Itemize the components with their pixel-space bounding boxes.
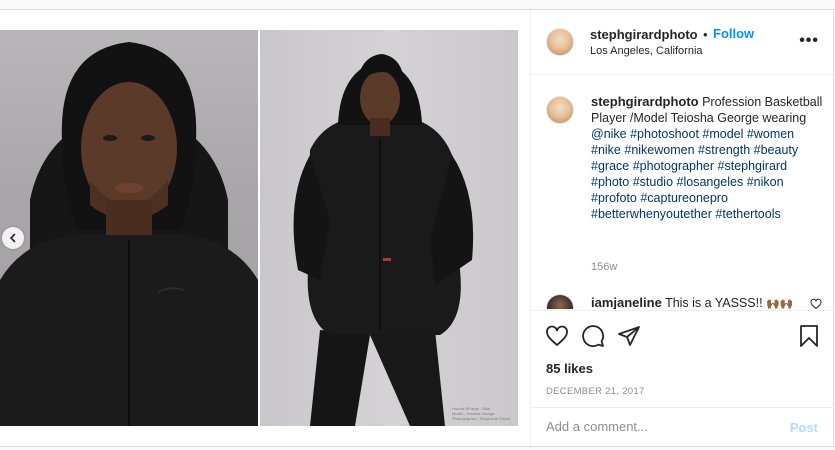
caption-avatar[interactable] [546,96,574,124]
hashtag-link[interactable]: #beauty [754,143,798,157]
like-button[interactable] [544,323,570,349]
photo-fullbody-illustration [293,54,474,426]
hashtag-link[interactable]: #profoto [591,191,637,205]
hashtag-link[interactable]: #grace [591,159,629,173]
hashtag-link[interactable]: #photo [591,175,629,189]
photo-watermark: Hoodie &Pants - Nike Model - Teiosha Geo… [452,406,512,421]
hashtag-link[interactable]: #studio [633,175,673,189]
carousel-prev-button[interactable] [2,227,24,249]
comment-username[interactable]: iamjaneline [591,295,662,309]
commenter-avatar[interactable] [546,294,574,309]
comments-section: stephgirardphoto Profession Basketball P… [531,76,834,309]
hashtag-link[interactable]: #women [747,127,794,141]
hashtag-link[interactable]: #tethertools [715,207,780,221]
header-separator: • [703,27,708,42]
chevron-left-icon [9,233,16,243]
share-icon [618,326,640,346]
hashtag-link[interactable]: #captureonepro [640,191,728,205]
raised-hands-emoji: 🙌🏾🙌🏾 [766,298,794,309]
hashtag-link[interactable]: #nikon [747,175,784,189]
share-button[interactable] [616,323,642,349]
heart-icon [546,325,568,347]
post-actions: 85 likes DECEMBER 21, 2017 Post [531,310,834,446]
comment-input[interactable] [546,419,766,434]
hashtag-link[interactable]: #losangeles [677,175,744,189]
hashtag-link[interactable]: #betterwhenyoutether [591,207,712,221]
save-button[interactable] [796,323,822,349]
watermark-line: Photographer - Stephanie Girard [452,416,511,421]
hashtag-link[interactable]: #photographer [633,159,714,173]
follow-button[interactable]: Follow [713,26,754,41]
comment-text: This is a YASSS!! [665,296,763,309]
add-comment-bar: Post [531,407,834,447]
author-avatar[interactable] [546,28,574,56]
comment-item: iamjaneline This is a YASSS!! 🙌🏾🙌🏾 [591,295,801,309]
hashtag-link[interactable]: #strength [698,143,750,157]
hashtag-link[interactable]: @nike [591,127,627,141]
post-date[interactable]: DECEMBER 21, 2017 [546,386,645,397]
photo-closeup-illustration [0,42,258,426]
caption-time-ago[interactable]: 156w [591,261,617,273]
caption-username[interactable]: stephgirardphoto [591,94,699,109]
post-comment-button[interactable]: Post [790,420,818,435]
post-media[interactable]: Hoodie &Pants - Nike Model - Teiosha Geo… [0,10,530,446]
post-side-panel: stephgirardphoto • Follow Los Angeles, C… [530,10,834,446]
comment-icon [582,325,604,347]
likes-count[interactable]: 85 likes [546,361,593,376]
hashtag-link[interactable]: #nike [591,143,621,157]
more-options-icon[interactable]: ••• [799,32,819,50]
photo-closeup [0,30,258,426]
post-header: stephgirardphoto • Follow Los Angeles, C… [531,10,833,75]
post-caption: stephgirardphoto Profession Basketball P… [591,94,827,222]
photo-fullbody: Hoodie &Pants - Nike Model - Teiosha Geo… [260,30,518,426]
author-username[interactable]: stephgirardphoto [590,27,698,42]
comment-button[interactable] [580,323,606,349]
small-heart-icon[interactable] [810,298,822,309]
hashtag-link[interactable]: #photoshoot [630,127,699,141]
post-container: Hoodie &Pants - Nike Model - Teiosha Geo… [0,9,834,447]
bookmark-icon [800,325,818,347]
hashtag-link[interactable]: #stephgirard [718,159,788,173]
hashtag-link[interactable]: #model [702,127,743,141]
hashtag-link[interactable]: #nikewomen [624,143,694,157]
post-location[interactable]: Los Angeles, California [590,45,703,57]
